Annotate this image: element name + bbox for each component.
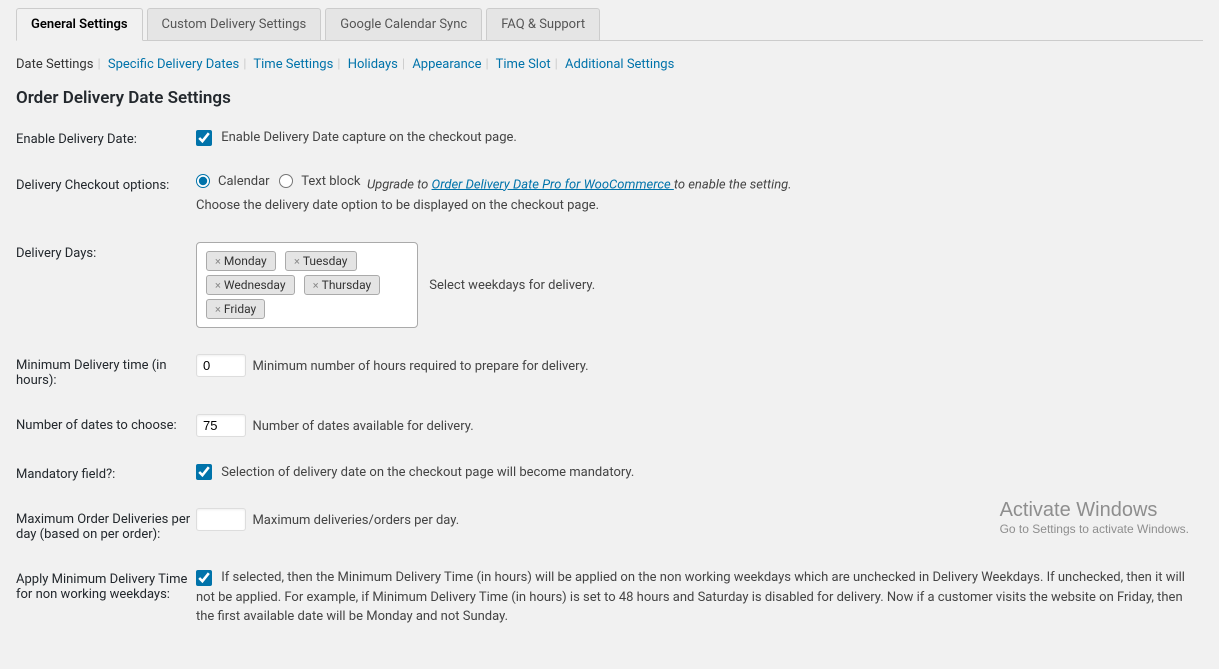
upgrade-suffix: to enable the setting. (674, 177, 792, 192)
page-title: Order Delivery Date Settings (16, 88, 1203, 108)
row-enable-delivery-date: Enable Delivery Date: Enable Delivery Da… (16, 128, 1203, 148)
label-mandatory: Mandatory field?: (16, 463, 196, 482)
remove-icon[interactable]: × (215, 279, 221, 292)
label-apply-min: Apply Minimum Delivery Time for non work… (16, 568, 196, 602)
tab-general-settings[interactable]: General Settings (16, 8, 143, 41)
tab-google-calendar[interactable]: Google Calendar Sync (325, 8, 482, 41)
subnav-date-settings[interactable]: Date Settings (16, 57, 93, 72)
radio-calendar[interactable] (196, 174, 210, 188)
remove-icon[interactable]: × (215, 255, 221, 268)
desc-enable-date: Enable Delivery Date capture on the chec… (221, 130, 517, 145)
radio-calendar-label[interactable]: Calendar (196, 174, 270, 189)
checkbox-apply-min[interactable] (196, 570, 212, 586)
subnav-specific-dates[interactable]: Specific Delivery Dates (108, 57, 239, 72)
desc-apply-min: If selected, then the Minimum Delivery T… (196, 570, 1185, 624)
label-min-time: Minimum Delivery time (in hours): (16, 354, 196, 388)
desc-max-orders: Maximum deliveries/orders per day. (252, 513, 459, 528)
sub-nav: Date Settings| Specific Delivery Dates| … (16, 57, 1203, 72)
row-mandatory: Mandatory field?: Selection of delivery … (16, 463, 1203, 483)
tag-friday[interactable]: ×Friday (206, 299, 265, 319)
label-days: Delivery Days: (16, 242, 196, 261)
remove-icon[interactable]: × (313, 279, 319, 292)
row-delivery-days: Delivery Days: ×Monday ×Tuesday ×Wednesd… (16, 242, 1203, 328)
upgrade-link[interactable]: Order Delivery Date Pro for WooCommerce (432, 177, 674, 192)
radio-textblock[interactable] (279, 174, 293, 188)
remove-icon[interactable]: × (215, 303, 221, 316)
desc-checkout: Choose the delivery date option to be di… (196, 196, 1203, 216)
tab-wrapper: General Settings Custom Delivery Setting… (16, 0, 1203, 41)
desc-min-time: Minimum number of hours required to prep… (252, 359, 588, 374)
label-num-dates: Number of dates to choose: (16, 414, 196, 433)
label-enable-date: Enable Delivery Date: (16, 128, 196, 147)
subnav-time-settings[interactable]: Time Settings (253, 57, 333, 72)
form-table: Enable Delivery Date: Enable Delivery Da… (16, 128, 1203, 627)
row-num-dates: Number of dates to choose: Number of dat… (16, 414, 1203, 437)
desc-num-dates: Number of dates available for delivery. (252, 419, 473, 434)
radio-textblock-label[interactable]: Text block (279, 174, 360, 189)
label-max-orders: Maximum Order Deliveries per day (based … (16, 508, 196, 542)
row-max-orders: Maximum Order Deliveries per day (based … (16, 508, 1203, 542)
tag-thursday[interactable]: ×Thursday (304, 275, 380, 295)
tag-wednesday[interactable]: ×Wednesday (206, 275, 295, 295)
row-apply-min: Apply Minimum Delivery Time for non work… (16, 568, 1203, 627)
tag-tuesday[interactable]: ×Tuesday (285, 251, 357, 271)
input-max-orders[interactable] (196, 508, 246, 531)
row-checkout-options: Delivery Checkout options: Calendar Text… (16, 174, 1203, 216)
row-min-time: Minimum Delivery time (in hours): Minimu… (16, 354, 1203, 388)
tab-custom-delivery[interactable]: Custom Delivery Settings (147, 8, 322, 41)
subnav-holidays[interactable]: Holidays (348, 57, 398, 72)
subnav-time-slot[interactable]: Time Slot (496, 57, 551, 72)
checkbox-mandatory[interactable] (196, 464, 212, 480)
tab-faq-support[interactable]: FAQ & Support (486, 8, 600, 41)
subnav-appearance[interactable]: Appearance (412, 57, 481, 72)
tag-monday[interactable]: ×Monday (206, 251, 276, 271)
upgrade-prefix: Upgrade to (367, 177, 432, 192)
checkbox-enable-date[interactable] (196, 130, 212, 146)
days-multiselect[interactable]: ×Monday ×Tuesday ×Wednesday ×Thursday ×F… (196, 242, 418, 328)
desc-days: Select weekdays for delivery. (429, 242, 595, 293)
subnav-additional[interactable]: Additional Settings (565, 57, 674, 72)
label-checkout: Delivery Checkout options: (16, 174, 196, 193)
remove-icon[interactable]: × (294, 255, 300, 268)
input-min-time[interactable] (196, 354, 246, 377)
desc-mandatory: Selection of delivery date on the checko… (221, 465, 634, 480)
input-num-dates[interactable] (196, 414, 246, 437)
